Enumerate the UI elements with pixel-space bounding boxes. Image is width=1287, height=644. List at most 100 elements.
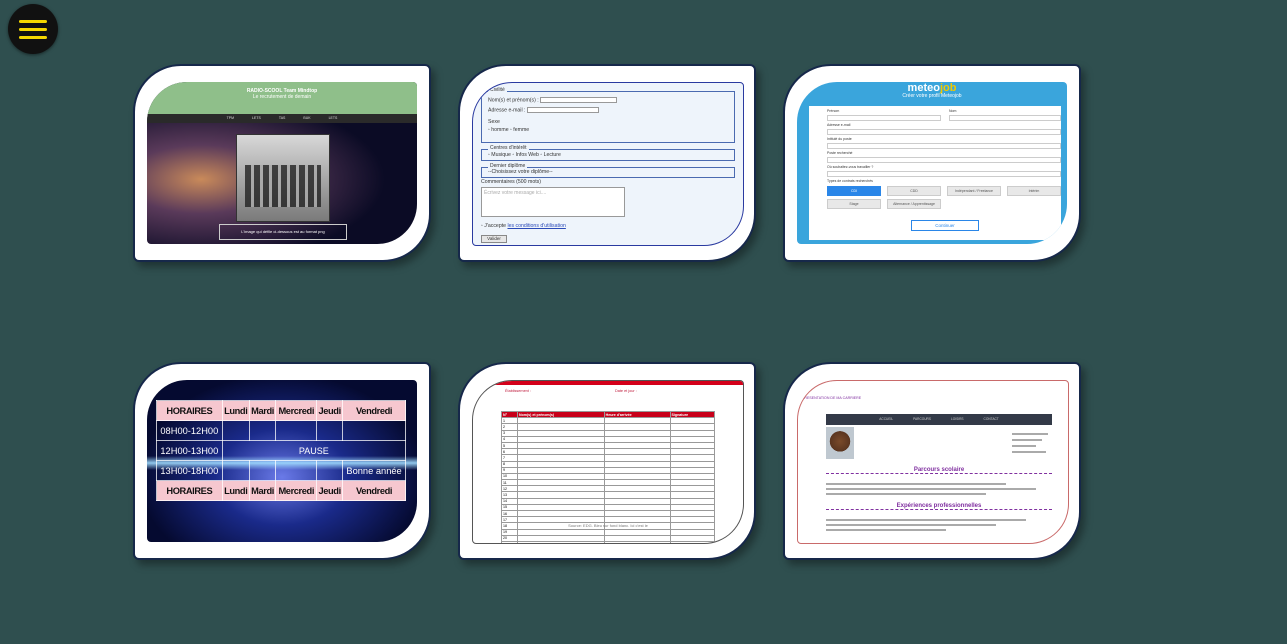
table-cell: [669, 540, 716, 543]
cv-nav: ACCUEIL PARCOURS LOISIRS CONTACT: [826, 414, 1052, 425]
text-line: [826, 519, 1026, 521]
header-cell: Mercredi: [275, 400, 318, 421]
text-line: [826, 483, 1006, 485]
diplome-select: --Choisissez votre diplôme--: [488, 169, 553, 175]
time-slot: 08H00-12H00: [156, 420, 223, 441]
fieldset-centres: Centres d'intérêt ◦ Musique ◦ Infos Web …: [481, 145, 735, 161]
header-cell: Lundi: [221, 480, 250, 501]
site-banner: RADIO-SCOOL Team Mindtop Le recrutement …: [147, 82, 417, 114]
field-input: [827, 115, 941, 121]
field-input: [827, 129, 1061, 135]
email-label: Adresse e-mail :: [488, 107, 526, 114]
field-input: [949, 115, 1061, 121]
project-card-presence-sheet[interactable]: Établissement : Date et jour : N° Nom(s)…: [458, 362, 756, 560]
contract-tag: Indépendant / Freelance: [947, 186, 1001, 196]
terms-link: les conditions d'utilisation: [507, 223, 566, 229]
project-card-inscription-form[interactable]: Civilité Nom(s) et prénom(s) : Adresse e…: [458, 64, 756, 262]
field-label: Types de contrats recherchés: [827, 179, 873, 183]
header-cell: HORAIRES: [156, 400, 223, 421]
nav-item: TAS: [278, 116, 286, 120]
header-cell: Mardi: [248, 400, 277, 421]
project-thumbnail: meteojob Créer votre profil Meteojob Pré…: [797, 82, 1067, 244]
sheet-label: Date et jour :: [615, 389, 637, 393]
greeting-cell: Bonne année: [342, 460, 406, 481]
table-row: 13H00-18H00 Bonne année: [156, 460, 406, 481]
cv-title: PRESENTATION DE MA CARRIERE: [802, 396, 862, 400]
table-row: 12H00-13H00 PAUSE: [156, 440, 407, 461]
section-title: Expériences professionnelles: [826, 503, 1052, 510]
sheet-top-bar: [473, 381, 743, 385]
nav-item: PARCOURS: [913, 417, 931, 421]
profile-form-panel: Prénom Nom Adresse e-mail Intitulé du po…: [809, 106, 1061, 240]
site-subtitle: Le recrutement de demain: [252, 94, 312, 100]
menu-bar: [19, 20, 47, 23]
nav-item: LOISIRS: [950, 417, 964, 421]
site-title: RADIO-SCOOL Team Mindtop: [246, 88, 318, 94]
project-card-radio-site[interactable]: RADIO-SCOOL Team Mindtop Le recrutement …: [133, 64, 431, 262]
sheet-label: Établissement :: [505, 389, 531, 393]
name-label: Nom(s) et prénom(s) :: [488, 97, 539, 104]
nav-item: LETS: [252, 116, 261, 120]
table-cell: 21: [501, 540, 518, 543]
project-thumbnail: PRESENTATION DE MA CARRIERE ACCUEIL PARC…: [797, 380, 1069, 544]
name-input: [540, 97, 618, 103]
profile-photo: [826, 427, 854, 459]
header-cell: Lundi: [221, 400, 250, 421]
header-cell: Vendredi: [342, 400, 406, 421]
fieldset-diplome: Dernier diplôme --Choisissez votre diplô…: [481, 163, 735, 178]
schedule-table: HORAIRES Lundi Mardi Mercredi Jeudi Vend…: [156, 400, 407, 501]
project-card-horaires[interactable]: HORAIRES Lundi Mardi Mercredi Jeudi Vend…: [133, 362, 431, 560]
table-footer-row: HORAIRES Lundi Mardi Mercredi Jeudi Vend…: [156, 480, 406, 501]
sexe-options: ◦ homme ◦ femme: [488, 127, 530, 133]
project-card-cv[interactable]: PRESENTATION DE MA CARRIERE ACCUEIL PARC…: [783, 362, 1081, 560]
field-label: Poste recherché: [827, 151, 853, 155]
header-cell: Vendredi: [342, 480, 406, 501]
field-label: Nom: [949, 109, 957, 113]
text-line: [1012, 451, 1046, 453]
nav-item: BUK: [303, 116, 311, 120]
header-cell: Mercredi: [275, 480, 318, 501]
centres-options: ◦ Musique ◦ Infos Web ◦ Lecture: [488, 152, 561, 158]
accept-label: ◦ J'accepte: [481, 223, 508, 229]
fieldset-legend: Centres d'intérêt: [488, 145, 529, 151]
field-label: Intitulé du poste: [827, 137, 852, 141]
contract-tag: Stage: [827, 199, 881, 209]
field-label: Prénom: [827, 109, 840, 113]
table-row: 21: [501, 540, 716, 543]
nav-item: LETS: [328, 116, 338, 120]
nav-item: TPM: [226, 116, 235, 120]
comments-label: Commentaires (500 mots): [481, 179, 541, 185]
project-thumbnail: HORAIRES Lundi Mardi Mercredi Jeudi Vend…: [147, 380, 417, 542]
time-slot: 13H00-18H00: [156, 460, 223, 481]
fieldset-civilite: Civilité Nom(s) et prénom(s) : Adresse e…: [481, 87, 735, 143]
submit-button: Valider: [481, 235, 507, 243]
project-thumbnail: Civilité Nom(s) et prénom(s) : Adresse e…: [472, 82, 744, 246]
table-cell: [516, 540, 605, 543]
text-line: [1012, 439, 1042, 441]
text-line: [826, 529, 946, 531]
contract-tag: CDD: [887, 186, 941, 196]
contract-tag: CDI: [827, 186, 881, 196]
group-photo: [236, 134, 330, 222]
field-input: [827, 143, 1061, 149]
nav-item: CONTACT: [983, 417, 999, 421]
email-input: [526, 107, 599, 113]
sheet-note: Source: EDG. Bleu sur fond blanc. Ici c'…: [568, 523, 648, 528]
text-line: [826, 493, 986, 495]
fieldset-legend: Civilité: [488, 87, 507, 93]
field-input: [827, 171, 1061, 177]
table-row: 08H00-12H00: [156, 420, 406, 441]
project-thumbnail: Établissement : Date et jour : N° Nom(s)…: [472, 380, 744, 544]
project-card-meteojob[interactable]: meteojob Créer votre profil Meteojob Pré…: [783, 64, 1081, 262]
meteojob-subtitle: Créer votre profil Meteojob: [902, 93, 962, 99]
menu-bar: [19, 36, 47, 39]
contract-tag: Alternance / Apprentissage: [887, 199, 941, 209]
time-slot: 12H00-13H00: [156, 440, 223, 461]
text-line: [826, 524, 996, 526]
menu-bar: [19, 28, 47, 31]
field-label: Adresse e-mail: [827, 123, 851, 127]
header-cell: Mardi: [248, 480, 277, 501]
hamburger-menu-button[interactable]: [8, 4, 58, 54]
continue-button: Continuer: [911, 220, 979, 231]
sexe-label: Sexe: [488, 119, 500, 125]
